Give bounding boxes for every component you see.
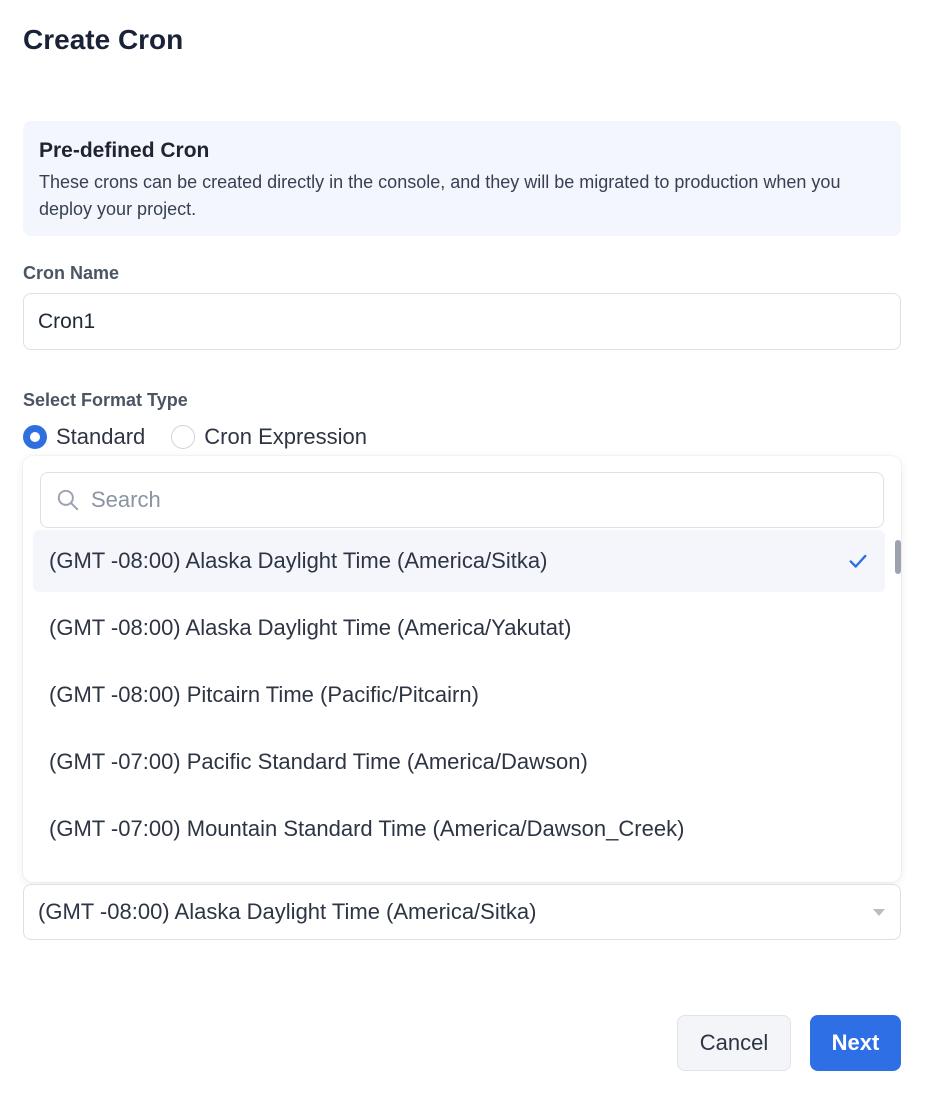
timezone-option-label: (GMT -08:00) Alaska Daylight Time (Ameri…	[49, 548, 548, 573]
timezone-select[interactable]: (GMT -08:00) Alaska Daylight Time (Ameri…	[23, 884, 901, 940]
cron-name-label: Cron Name	[23, 263, 120, 283]
format-type-radio-group: Standard Cron Expression	[23, 424, 393, 450]
radio-cron-expression-indicator[interactable]	[171, 425, 196, 449]
timezone-option[interactable]: (GMT -08:00) Pitcairn Time (Pacific/Pitc…	[33, 664, 885, 726]
caret-down-icon	[873, 909, 885, 916]
timezone-dropdown-menu: (GMT -08:00) Alaska Daylight Time (Ameri…	[23, 456, 901, 882]
timezone-option-label: (GMT -07:00) Mountain Standard Time (Ame…	[49, 816, 685, 841]
timezone-option[interactable]: (GMT -07:00) Pacific Standard Time (Amer…	[33, 731, 885, 793]
page-title: Create Cron	[23, 24, 184, 55]
timezone-option-label: (GMT -08:00) Alaska Daylight Time (Ameri…	[49, 615, 572, 640]
timezone-option[interactable]: (GMT -07:00) Mountain Standard Time (Ame…	[33, 798, 885, 860]
radio-standard[interactable]: Standard	[23, 424, 145, 450]
search-input[interactable]	[91, 487, 851, 513]
create-cron-dialog: Create Cron Pre-defined Cron These crons…	[0, 0, 926, 1095]
cron-name-input[interactable]	[23, 293, 901, 350]
check-icon	[849, 554, 867, 568]
timezone-select-value: (GMT -08:00) Alaska Daylight Time (Ameri…	[38, 899, 537, 924]
timezone-option-label: (GMT -07:00) Pacific Standard Time (Amer…	[49, 749, 588, 774]
info-description: These crons can be created directly in t…	[39, 172, 841, 219]
cancel-button[interactable]: Cancel	[677, 1015, 791, 1071]
info-title: Pre-defined Cron	[39, 139, 210, 162]
timezone-options-list: (GMT -08:00) Alaska Daylight Time (Ameri…	[33, 530, 885, 865]
search-icon	[57, 489, 79, 511]
timezone-option-label: (GMT -08:00) Pitcairn Time (Pacific/Pitc…	[49, 682, 479, 707]
timezone-search[interactable]	[40, 472, 884, 528]
radio-standard-indicator[interactable]	[23, 425, 47, 449]
format-type-label: Select Format Type	[23, 390, 188, 410]
radio-cron-expression-label: Cron Expression	[204, 424, 367, 449]
info-box: Pre-defined Cron These crons can be crea…	[23, 121, 901, 236]
dropdown-scrollbar[interactable]	[895, 540, 901, 574]
radio-standard-label: Standard	[56, 424, 146, 449]
timezone-option[interactable]: (GMT -08:00) Alaska Daylight Time (Ameri…	[33, 530, 885, 592]
timezone-option[interactable]: (GMT -08:00) Alaska Daylight Time (Ameri…	[33, 597, 885, 659]
radio-cron-expression[interactable]: Cron Expression	[171, 424, 367, 450]
next-button[interactable]: Next	[810, 1015, 901, 1071]
